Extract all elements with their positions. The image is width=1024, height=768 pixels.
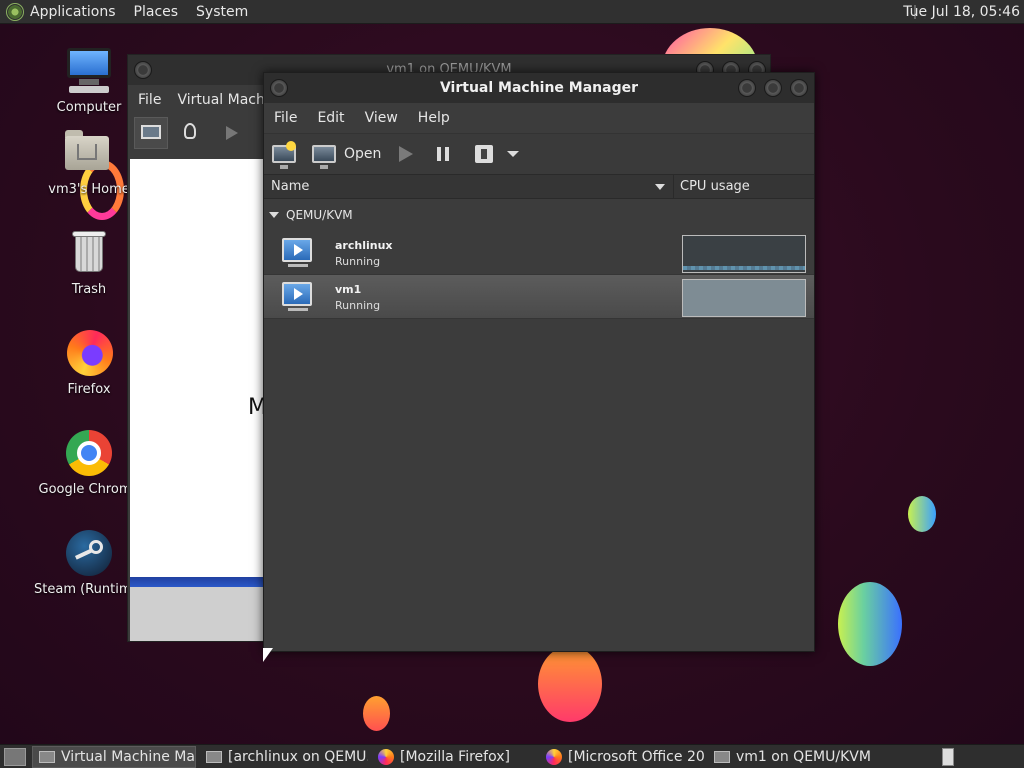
vm-running-icon <box>282 282 312 306</box>
run-button[interactable] <box>214 117 248 149</box>
details-view-button[interactable] <box>174 117 208 149</box>
expander-icon[interactable] <box>269 212 279 218</box>
connection-group[interactable]: QEMU/KVM <box>264 199 814 231</box>
new-vm-button[interactable] <box>272 139 296 169</box>
vm-name: vm1 <box>335 283 362 296</box>
vm-list-header: Name CPU usage <box>264 175 814 199</box>
chrome-icon <box>63 428 115 478</box>
menu-help[interactable]: Help <box>418 110 450 126</box>
vm-row-vm1[interactable]: vm1 Running <box>264 275 814 319</box>
console-view-button[interactable] <box>134 117 168 149</box>
home-folder-icon <box>63 128 115 178</box>
vm-row-archlinux[interactable]: archlinux Running <box>264 231 814 275</box>
vm-state: Running <box>335 299 381 312</box>
bottom-panel: Virtual Machine Man... [archlinux on QEM… <box>0 744 1024 768</box>
firefox-icon <box>546 748 562 765</box>
trash-applet-icon[interactable] <box>942 748 954 766</box>
close-icon[interactable] <box>790 79 808 97</box>
open-button[interactable]: Open <box>312 139 381 169</box>
new-star-icon <box>286 141 296 151</box>
decorative-bubble <box>538 646 602 722</box>
sort-arrow-icon <box>655 184 665 190</box>
taskbar-item-label: Virtual Machine Man... <box>61 748 195 765</box>
menu-edit[interactable]: Edit <box>317 110 344 126</box>
taskbar-item-vmm[interactable]: Virtual Machine Man... <box>32 745 196 768</box>
maximize-icon[interactable] <box>764 79 782 97</box>
menu-file[interactable]: File <box>138 92 161 108</box>
menu-view[interactable]: View <box>365 110 398 126</box>
clock[interactable]: Tue Jul 18, 05:46 <box>903 4 1020 20</box>
shutdown-menu-button[interactable] <box>507 139 520 169</box>
menu-applications[interactable]: Applications <box>30 4 116 20</box>
vm-list[interactable]: QEMU/KVM archlinux Running vm1 Running <box>264 199 814 649</box>
taskbar-item-label: [Microsoft Office 20... <box>568 748 704 765</box>
taskbar-item-archlinux[interactable]: [archlinux on QEMU... <box>200 746 368 768</box>
monitor-icon <box>312 145 336 169</box>
titlebar[interactable]: Virtual Machine Manager <box>264 73 814 103</box>
trash-icon <box>63 228 115 278</box>
cpu-usage-graph <box>682 279 806 317</box>
vm-name: archlinux <box>335 239 393 252</box>
vm-state: Running <box>335 255 381 268</box>
monitor-stand <box>288 308 308 311</box>
show-desktop-button[interactable] <box>4 747 26 766</box>
column-cpu-label: CPU usage <box>680 179 750 194</box>
play-icon <box>399 146 414 162</box>
menu-file[interactable]: File <box>274 110 297 126</box>
shutdown-button[interactable] <box>475 139 494 169</box>
vm-running-icon <box>282 238 312 262</box>
vm-icon <box>206 750 222 763</box>
connection-label: QEMU/KVM <box>286 208 353 222</box>
play-icon <box>226 126 238 140</box>
virtual-machine-manager-window[interactable]: Virtual Machine Manager File Edit View H… <box>263 72 815 652</box>
run-button[interactable] <box>399 139 414 169</box>
decorative-bubble <box>838 582 902 666</box>
shutdown-icon <box>475 145 494 163</box>
distro-logo-icon[interactable] <box>6 2 24 21</box>
decorative-bubble <box>908 496 936 532</box>
minimize-icon[interactable] <box>738 79 756 97</box>
lightbulb-icon <box>184 123 196 139</box>
monitor-icon <box>141 125 161 139</box>
mouse-cursor <box>263 648 273 662</box>
menu-places[interactable]: Places <box>134 4 179 20</box>
window-menu-icon[interactable] <box>134 61 152 79</box>
taskbar-item-label: [Mozilla Firefox] <box>400 748 510 765</box>
chevron-down-icon <box>507 151 520 157</box>
toolbar: Open <box>264 133 814 175</box>
column-header-cpu[interactable]: CPU usage <box>674 175 750 198</box>
taskbar-item-vm1[interactable]: vm1 on QEMU/KVM <box>708 746 872 768</box>
taskbar-item-firefox[interactable]: [Mozilla Firefox] <box>372 746 536 768</box>
firefox-icon <box>63 328 115 378</box>
steam-icon <box>63 528 115 578</box>
decorative-bubble <box>363 696 390 731</box>
column-header-name[interactable]: Name <box>264 175 674 198</box>
vm-console-screen[interactable]: M <box>130 159 270 641</box>
pause-button[interactable] <box>437 139 450 169</box>
taskbar-item-label: [archlinux on QEMU... <box>228 748 368 765</box>
taskbar-item-label: vm1 on QEMU/KVM <box>736 748 871 765</box>
console-grey-area <box>130 587 270 641</box>
column-name-label: Name <box>271 179 310 194</box>
computer-icon <box>63 46 115 96</box>
open-label: Open <box>344 146 382 162</box>
window-title: Virtual Machine Manager <box>439 80 639 96</box>
console-blue-bar <box>130 577 270 587</box>
pause-icon <box>437 147 450 161</box>
vm-icon <box>39 750 55 763</box>
firefox-icon <box>378 748 394 765</box>
monitor-stand <box>288 264 308 267</box>
menu-system[interactable]: System <box>196 4 248 20</box>
menubar: File Edit View Help <box>264 103 814 133</box>
taskbar-item-office[interactable]: [Microsoft Office 20... <box>540 746 704 768</box>
vm-icon <box>714 750 730 763</box>
window-menu-icon[interactable] <box>270 79 288 97</box>
cpu-usage-graph <box>682 235 806 273</box>
top-panel: Applications Places System Tue Jul 18, 0… <box>0 0 1024 24</box>
